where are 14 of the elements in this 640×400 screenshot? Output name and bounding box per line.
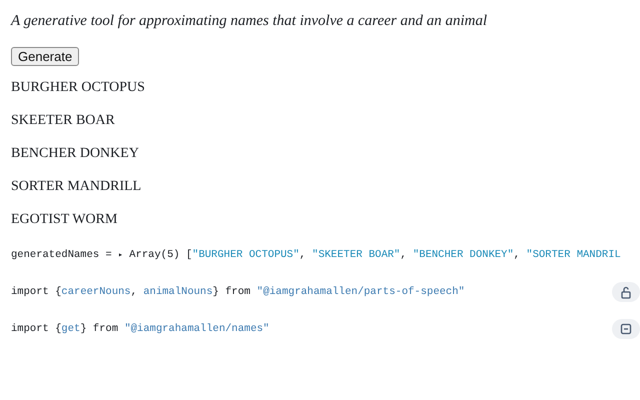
generate-button[interactable]: Generate — [11, 47, 80, 66]
unlock-icon — [620, 286, 632, 298]
generated-name: BURGHER OCTOPUS — [11, 80, 145, 96]
collapse-icon — [620, 322, 632, 336]
generated-name: BENCHER DONKEY — [11, 146, 139, 162]
description: A generative tool for approximating names that involve a career and an animal — [11, 13, 488, 30]
cell-action-button[interactable] — [612, 282, 640, 302]
code-line: generatedNames = ▸ Array(5) ["BURGHER OCTOPUS", "SKEETER BOAR", "BENCHER DONKEY", "SORTER MANDRIL — [11, 249, 622, 261]
generated-name: EGOTIST WORM — [11, 212, 118, 228]
generated-name: SKEETER BOAR — [11, 113, 115, 129]
code-line: import {careerNouns, animalNouns} from "@iamgrahamallen/parts-of-speech" — [11, 286, 466, 298]
generated-name: SORTER MANDRILL — [11, 179, 142, 195]
cell-action-button[interactable] — [612, 319, 640, 339]
code-line: import {get} from "@iamgrahamallen/names" — [11, 323, 270, 335]
